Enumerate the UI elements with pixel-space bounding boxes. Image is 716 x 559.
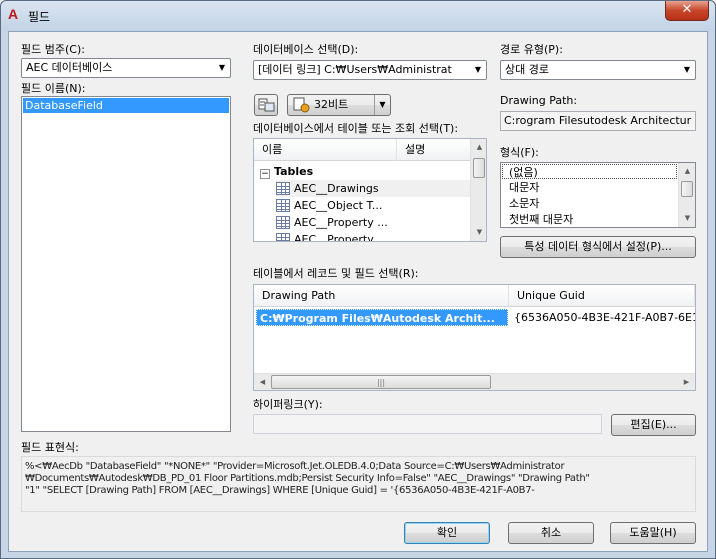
- title-bar[interactable]: A 필드 ✕: [1, 1, 715, 31]
- table-icon: [276, 233, 290, 241]
- ok-button[interactable]: 확인: [404, 522, 490, 544]
- chevron-down-icon[interactable]: ▼: [374, 95, 390, 115]
- scroll-up-icon[interactable]: ▲: [471, 139, 486, 156]
- scroll-right-icon[interactable]: ▶: [678, 374, 695, 390]
- path-type-value: 상대 경로: [505, 63, 549, 76]
- scroll-down-icon[interactable]: ▼: [471, 224, 486, 241]
- table-icon: [276, 199, 290, 212]
- database-connection-button[interactable]: [254, 94, 278, 116]
- close-button[interactable]: ✕: [665, 1, 709, 21]
- records-label: 테이블에서 레코드 및 필드 선택(R):: [253, 267, 419, 280]
- tree-item-aec-drawings[interactable]: AEC__Drawings: [276, 180, 470, 197]
- tree-item-aec-object-t[interactable]: AEC__Object T...: [276, 197, 470, 214]
- record-cell-unique-guid[interactable]: {6536A050-4B3E-421F-A0B7-6E1: [511, 309, 695, 326]
- scroll-left-icon[interactable]: ◀: [254, 374, 271, 390]
- database-select-combo[interactable]: [데이터 링크] C:₩Users₩Administrat ▼: [253, 60, 487, 80]
- records-hscrollbar[interactable]: ◀ ||| ▶: [254, 373, 695, 390]
- bitness-label: 32비트: [314, 98, 349, 111]
- help-button[interactable]: 도움말(H): [610, 522, 696, 544]
- tree-root-tables[interactable]: − Tables: [260, 163, 470, 180]
- scroll-thumb[interactable]: [473, 158, 485, 178]
- scroll-thumb[interactable]: |||: [271, 375, 491, 389]
- scroll-thumb[interactable]: [681, 181, 693, 197]
- database-select-label: 데이터베이스 선택(D):: [253, 43, 359, 56]
- bitness-dropdown-button[interactable]: 32비트 ▼: [287, 94, 391, 116]
- drawing-path-field[interactable]: C:rogram Filesutodesk Architectur: [500, 111, 696, 131]
- tree-item-label: AEC__Property ...: [294, 216, 388, 229]
- autocad-app-icon: A: [8, 6, 19, 22]
- tree-item-aec-property-2[interactable]: AEC__Property...: [276, 231, 470, 241]
- column-header-drawing-path[interactable]: Drawing Path: [254, 285, 509, 307]
- column-header-description[interactable]: 설명: [397, 139, 471, 161]
- field-names-list[interactable]: DatabaseField: [21, 96, 231, 432]
- chevron-down-icon: ▼: [470, 61, 486, 79]
- database-driver-icon: [293, 97, 310, 113]
- table-icon: [276, 216, 290, 229]
- format-item-uppercase[interactable]: 대문자: [502, 180, 539, 195]
- scroll-up-icon[interactable]: ▲: [679, 163, 695, 180]
- format-label: 형식(F):: [500, 146, 539, 159]
- format-list-vscrollbar[interactable]: ▲ ▼: [678, 163, 695, 227]
- tree-item-label: AEC__Property...: [294, 233, 383, 241]
- tree-item-label: AEC__Object T...: [294, 199, 383, 212]
- window-title: 필드: [28, 10, 51, 24]
- path-type-label: 경로 유형(P):: [500, 43, 563, 56]
- column-header-unique-guid[interactable]: Unique Guid: [509, 285, 695, 307]
- edit-hyperlink-button[interactable]: 편집(E)...: [611, 414, 696, 436]
- drawing-path-label: Drawing Path:: [500, 94, 578, 107]
- format-item-first-capital[interactable]: 첫번째 대문자: [502, 212, 573, 227]
- field-expression-label: 필드 표현식:: [21, 441, 79, 454]
- database-connection-icon: [258, 98, 275, 112]
- collapse-icon[interactable]: −: [260, 169, 270, 179]
- field-category-value: AEC 데이터베이스: [26, 61, 113, 74]
- chevron-down-icon: ▼: [683, 65, 691, 74]
- field-names-label: 필드 이름(N):: [21, 82, 86, 95]
- record-cell-drawing-path[interactable]: C:₩Program Files₩Autodesk Archit...: [256, 309, 508, 326]
- hyperlink-field[interactable]: [253, 414, 602, 434]
- database-select-value: [데이터 링크] C:₩Users₩Administrat: [258, 63, 452, 76]
- table-icon: [276, 182, 290, 195]
- tree-item-aec-property-1[interactable]: AEC__Property ...: [276, 214, 470, 231]
- scroll-down-icon[interactable]: ▼: [679, 210, 695, 227]
- field-expression-line-3: "1" "SELECT [Drawing Path] FROM [AEC__Dr…: [25, 485, 535, 496]
- table-select-label: 데이터베이스에서 테이블 또는 조회 선택(T):: [253, 122, 459, 135]
- chevron-down-icon: ▼: [218, 63, 226, 72]
- field-expression-box[interactable]: %<₩AecDb "DatabaseField" "*NONE*" "Provi…: [21, 456, 696, 512]
- format-list[interactable]: (없음) 대문자 소문자 첫번째 대문자 ▲ ▼: [500, 162, 696, 228]
- field-category-combo[interactable]: AEC 데이터베이스 ▼: [21, 58, 231, 78]
- tree-item-label: AEC__Drawings: [294, 182, 379, 195]
- dialog-client-area: 필드 범주(C): AEC 데이터베이스 ▼ 필드 이름(N): Databas…: [8, 31, 708, 552]
- path-type-combo[interactable]: 상대 경로 ▼: [500, 60, 696, 80]
- cancel-button[interactable]: 취소: [508, 522, 594, 544]
- table-tree-vscrollbar[interactable]: ▲ ▼: [470, 139, 486, 241]
- table-tree-view[interactable]: 이름 설명 − Tables AEC__Drawings AEC__Object …: [253, 138, 487, 242]
- field-category-label: 필드 범주(C):: [21, 43, 85, 56]
- set-from-property-format-button[interactable]: 특성 데이터 형식에서 설정(P)...: [500, 236, 696, 258]
- field-expression-line-1: %<₩AecDb "DatabaseField" "*NONE*" "Provi…: [25, 461, 565, 472]
- column-header-name[interactable]: 이름: [254, 139, 397, 161]
- field-dialog-window: A 필드 ✕ 필드 범주(C): AEC 데이터베이스 ▼ 필드 이름(N): …: [0, 0, 716, 559]
- field-expression-line-2: ₩Documents₩Autodesk₩DB_PD_01 Floor Parti…: [25, 473, 590, 484]
- format-item-lowercase[interactable]: 소문자: [502, 196, 539, 211]
- format-item-none[interactable]: (없음): [502, 164, 677, 179]
- tree-root-label: Tables: [274, 165, 314, 178]
- hyperlink-label: 하이퍼링크(Y):: [253, 398, 323, 411]
- field-name-item-databasefield[interactable]: DatabaseField: [23, 98, 229, 113]
- records-grid[interactable]: Drawing Path Unique Guid C:₩Program File…: [253, 284, 696, 391]
